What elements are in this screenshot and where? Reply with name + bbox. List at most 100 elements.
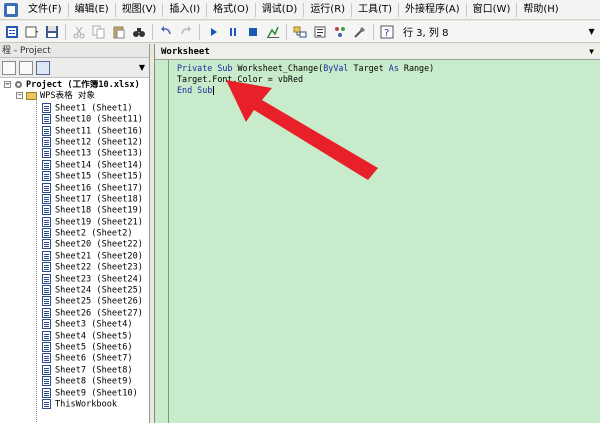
object-browser-icon[interactable] xyxy=(332,24,348,40)
sheet-icon xyxy=(42,228,51,239)
tree-sheet-item[interactable]: Sheet3 (Sheet4) xyxy=(0,319,150,330)
tree-sheet-item[interactable]: Sheet23 (Sheet24) xyxy=(0,273,150,285)
project-explorer-title: 程 - Project xyxy=(0,44,149,58)
tree-sheet-item[interactable]: Sheet20 (Sheet22) xyxy=(0,239,150,250)
menu-edit[interactable]: 编辑(E) xyxy=(69,0,115,20)
menu-run[interactable]: 运行(R) xyxy=(304,0,351,20)
code-editor[interactable]: Private Sub Worksheet_Change(ByVal Targe… xyxy=(155,60,600,423)
break-icon[interactable] xyxy=(225,24,241,40)
sheet-icon xyxy=(42,216,51,227)
redo-icon[interactable] xyxy=(178,24,194,40)
tree-sheet-item[interactable]: Sheet9 (Sheet10) xyxy=(0,387,150,399)
panel-dropdown-icon[interactable]: ▼ xyxy=(139,63,145,72)
tree-sheet-item[interactable]: Sheet2 (Sheet2) xyxy=(0,228,150,239)
menu-view[interactable]: 视图(V) xyxy=(116,0,163,20)
toolbar-separator xyxy=(286,23,287,40)
menu-insert[interactable]: 插入(I) xyxy=(163,0,206,20)
tree-sheet-item[interactable]: Sheet11 (Sheet16) xyxy=(0,125,150,137)
code-token: Worksheet_Change( xyxy=(232,63,324,73)
tree-sheet-label: Sheet3 (Sheet4) xyxy=(55,319,133,330)
tree-sheet-item[interactable]: Sheet1 (Sheet1) xyxy=(0,102,150,114)
tree-sheet-item[interactable]: Sheet10 (Sheet11) xyxy=(0,114,150,125)
tree-sheet-label: Sheet26 (Sheet27) xyxy=(55,308,143,319)
help-icon[interactable]: ? xyxy=(379,24,395,40)
design-mode-icon[interactable] xyxy=(265,24,281,40)
project-explorer-icon[interactable] xyxy=(292,24,308,40)
tree-sheet-item[interactable]: Sheet15 (Sheet15) xyxy=(0,171,150,182)
tree-sheet-item[interactable]: Sheet7 (Sheet8) xyxy=(0,364,150,376)
tree-sheet-label: Sheet5 (Sheet6) xyxy=(55,342,133,353)
run-icon[interactable] xyxy=(205,24,221,40)
tree-sheet-item[interactable]: Sheet26 (Sheet27) xyxy=(0,307,150,319)
menu-format[interactable]: 格式(O) xyxy=(207,0,255,20)
tree-sheet-item[interactable]: Sheet12 (Sheet12) xyxy=(0,136,150,148)
save-icon[interactable] xyxy=(44,24,60,40)
tree-sheet-item[interactable]: Sheet21 (Sheet20) xyxy=(0,250,150,262)
tree-sheet-item[interactable]: Sheet14 (Sheet14) xyxy=(0,159,150,171)
view-code-button[interactable] xyxy=(2,60,16,75)
collapse-icon[interactable]: − xyxy=(16,92,23,100)
menu-addins[interactable]: 外接程序(A) xyxy=(399,0,466,20)
copy-icon[interactable] xyxy=(91,24,107,40)
tree-sheet-label: Sheet2 (Sheet2) xyxy=(55,228,133,239)
tree-sheet-item[interactable]: Sheet19 (Sheet21) xyxy=(0,216,150,228)
sheet-icon xyxy=(42,376,51,387)
tree-sheet-item[interactable]: Sheet13 (Sheet13) xyxy=(0,148,150,159)
tree-project-root[interactable]: − Project (工作簿10.xlsx) xyxy=(0,80,150,91)
tree-sheet-label: Sheet7 (Sheet8) xyxy=(55,365,133,376)
sheet-icon xyxy=(42,148,51,159)
view-excel-icon[interactable] xyxy=(4,24,20,40)
menu-debug[interactable]: 调试(D) xyxy=(256,0,304,20)
toolbar-separator xyxy=(65,23,66,40)
view-object-button[interactable] xyxy=(19,60,33,75)
menu-file[interactable]: 文件(F) xyxy=(22,0,68,20)
object-selector[interactable]: Worksheet ▼ xyxy=(155,44,600,60)
insert-module-icon[interactable] xyxy=(24,24,40,40)
standard-toolbar: ? 行 3, 列 8 ▼ xyxy=(0,21,600,43)
tree-sheet-item[interactable]: Sheet18 (Sheet19) xyxy=(0,205,150,216)
tree-sheet-label: Sheet1 (Sheet1) xyxy=(55,103,133,114)
reset-icon[interactable] xyxy=(245,24,261,40)
sheet-icon xyxy=(42,285,51,296)
cut-icon[interactable] xyxy=(71,24,87,40)
sheet-icon xyxy=(42,353,51,364)
menu-window[interactable]: 窗口(W) xyxy=(467,0,517,20)
toolbox-icon[interactable] xyxy=(352,24,368,40)
tree-sheet-item[interactable]: ThisWorkbook xyxy=(0,398,150,410)
vba-app-icon xyxy=(4,2,18,17)
menu-tools[interactable]: 工具(T) xyxy=(352,0,398,20)
tree-sheet-item[interactable]: Sheet6 (Sheet7) xyxy=(0,353,150,364)
properties-icon[interactable] xyxy=(312,24,328,40)
tree-sheet-item[interactable]: Sheet8 (Sheet9) xyxy=(0,376,150,387)
tree-sheet-label: ThisWorkbook xyxy=(55,399,118,410)
toolbar-options-chevron-icon[interactable]: ▼ xyxy=(588,27,594,36)
tree-sheet-item[interactable]: Sheet5 (Sheet6) xyxy=(0,341,150,353)
menu-help[interactable]: 帮助(H) xyxy=(517,0,564,20)
tree-sheet-item[interactable]: Sheet22 (Sheet23) xyxy=(0,262,150,273)
tree-sheet-item[interactable]: Sheet17 (Sheet18) xyxy=(0,193,150,205)
keyword: ByVal xyxy=(323,63,349,73)
find-icon[interactable] xyxy=(131,24,147,40)
toggle-folders-button[interactable] xyxy=(36,60,50,75)
tree-folder-objects[interactable]: − WPS表格 对象 xyxy=(0,91,150,102)
tree-sheet-item[interactable]: Sheet24 (Sheet25) xyxy=(0,285,150,296)
sheet-icon xyxy=(42,296,51,307)
margin-indicator-bar[interactable] xyxy=(155,60,169,423)
undo-icon[interactable] xyxy=(158,24,174,40)
paste-icon[interactable] xyxy=(111,24,127,40)
sheet-icon xyxy=(42,182,51,193)
tree-sheet-item[interactable]: Sheet4 (Sheet5) xyxy=(0,330,150,342)
tree-sheet-label: Sheet15 (Sheet15) xyxy=(55,171,143,182)
chevron-down-icon[interactable]: ▼ xyxy=(589,47,594,56)
tree-sheet-item[interactable]: Sheet25 (Sheet26) xyxy=(0,296,150,307)
collapse-icon[interactable]: − xyxy=(4,81,11,88)
sheet-icon xyxy=(42,239,51,250)
sheet-icon xyxy=(42,341,51,352)
code-token: Range) xyxy=(398,63,435,73)
tree-sheet-item[interactable]: Sheet16 (Sheet17) xyxy=(0,182,150,194)
tree-sheet-label: Sheet20 (Sheet22) xyxy=(55,239,143,250)
tree-sheet-label: Sheet8 (Sheet9) xyxy=(55,376,133,387)
tree-items: Sheet1 (Sheet1) Sheet10 (Sheet11) Sheet11 … xyxy=(0,102,150,411)
tree-sheet-label: Sheet17 (Sheet18) xyxy=(55,194,143,205)
code-text[interactable]: Private Sub Worksheet_Change(ByVal Targe… xyxy=(177,63,434,96)
